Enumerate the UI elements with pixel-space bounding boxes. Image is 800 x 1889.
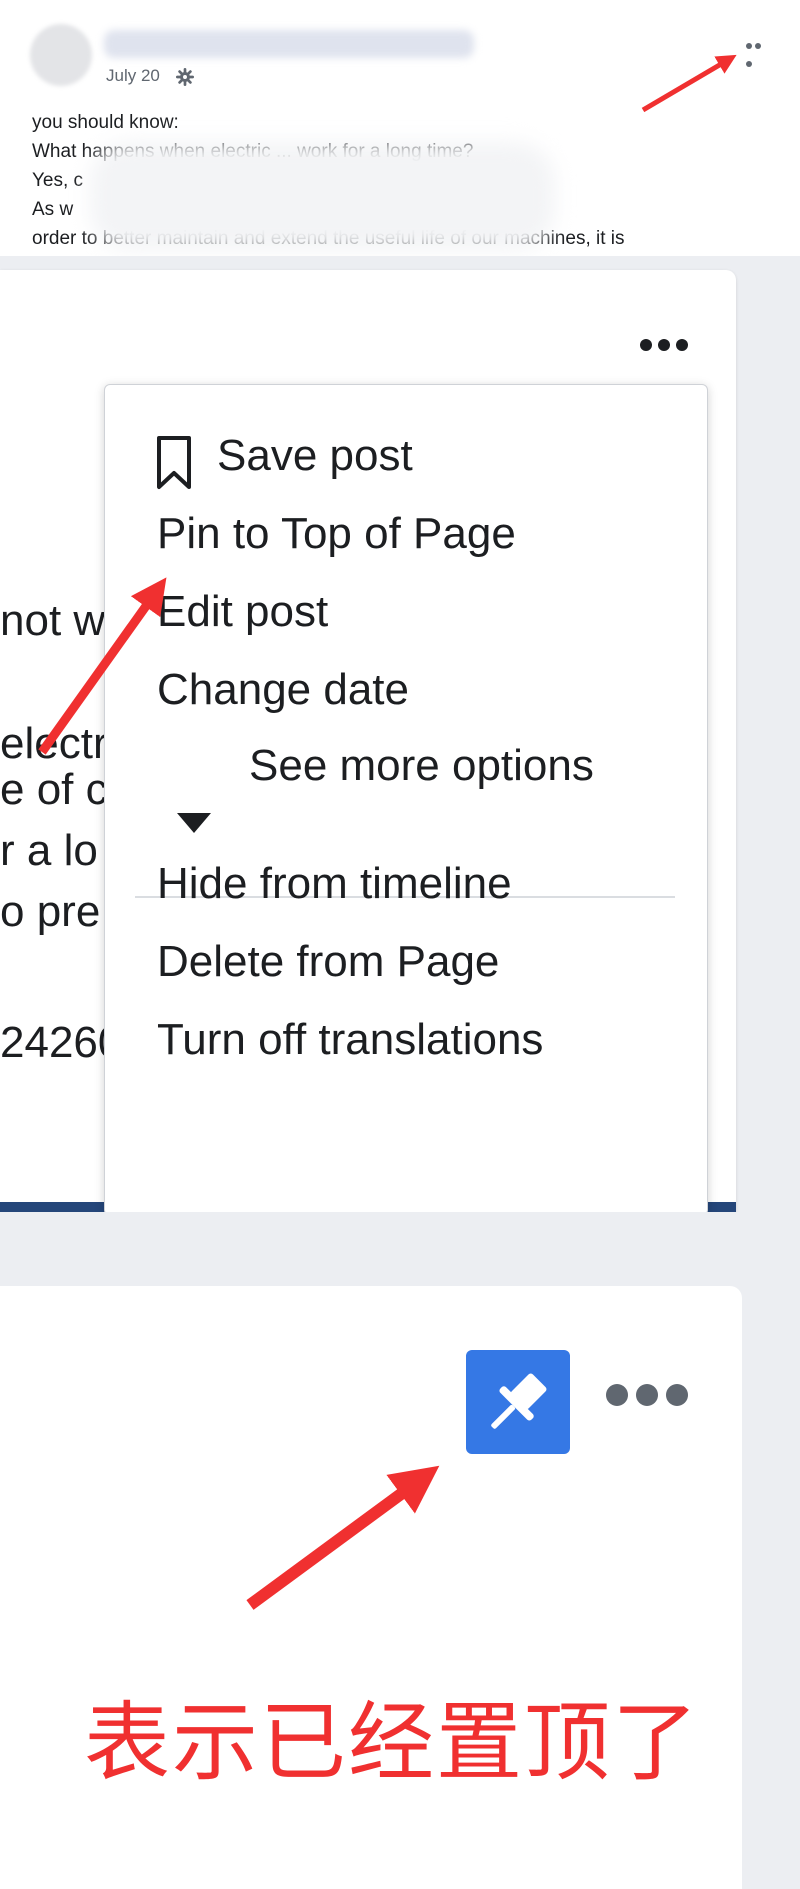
arrow-to-pin-item	[38, 577, 167, 755]
pinned-annotation-label: 表示已经置顶了	[84, 1695, 700, 1791]
arrow-to-pin-badge	[246, 1465, 440, 1610]
annotation-arrows	[38, 54, 737, 1610]
arrow-to-more-options	[641, 54, 737, 113]
